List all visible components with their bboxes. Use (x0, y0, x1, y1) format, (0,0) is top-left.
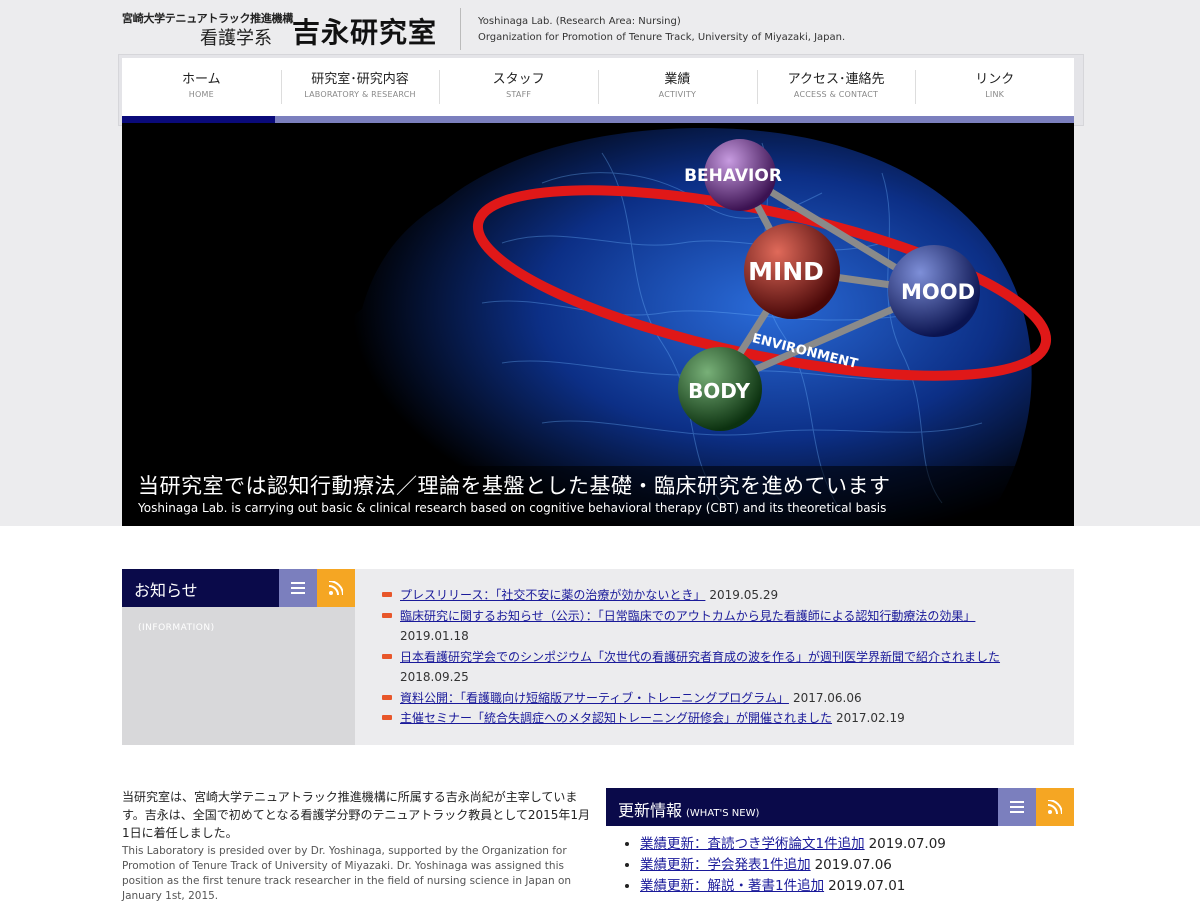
nav-label-jp: ホーム (182, 72, 221, 87)
list-icon (1010, 801, 1024, 813)
list-item: 業績更新：解説・著書1件追加2019.07.01 (640, 876, 1080, 897)
rss-icon (329, 581, 343, 595)
main-nav: ホーム HOME 研究室･研究内容 LABORATORY & RESEARCH … (122, 58, 1074, 116)
whats-new-subtitle: (WHAT'S NEW) (686, 808, 760, 819)
nav-label-en: ACCESS & CONTACT (793, 90, 879, 99)
list-icon (291, 582, 305, 594)
news-link[interactable]: 資料公開：「看護職向け短縮版アサーティブ・トレーニングプログラム」 (400, 691, 789, 705)
nav-label-en: HOME (188, 90, 214, 99)
news-date: 2019.05.29 (709, 588, 779, 602)
nav-home[interactable]: ホーム HOME (122, 58, 281, 116)
information-rss-button[interactable] (317, 569, 355, 607)
list-item: プレスリリース：「社交不安に薬の治療が効かないとき」 2019.05.29 (382, 585, 1062, 606)
information-sidebar: お知らせ (INFORMATION) (122, 569, 355, 745)
nav-label-en: STAFF (506, 90, 532, 99)
whats-new-heading-bar: 更新情報 (WHAT'S NEW) (606, 788, 998, 826)
hero-subtitle: Yoshinaga Lab. is carrying out basic & c… (138, 501, 887, 515)
information-heading-bar: お知らせ (122, 569, 279, 607)
list-item: 資料公開：「看護職向け短縮版アサーティブ・トレーニングプログラム」 2017.06… (382, 688, 1062, 709)
update-date: 2019.07.06 (814, 857, 892, 873)
list-item: 日本看護研究学会でのシンポジウム「次世代の看護研究者育成の波を作る」が週刊医学界… (382, 647, 1062, 688)
header-english-line2: Organization for Promotion of Tenure Tra… (478, 32, 846, 43)
news-date: 2017.06.06 (792, 690, 862, 705)
news-link[interactable]: 日本看護研究学会でのシンポジウム「次世代の看護研究者育成の波を作る」が週刊医学界… (400, 650, 1000, 664)
lab-name[interactable]: 吉永研究室 (292, 11, 437, 51)
list-item: 主催セミナー「統合失調症へのメタ認知トレーニング研修会」が開催されました 2017… (382, 708, 1062, 729)
mind-label: MIND (748, 257, 824, 286)
update-link[interactable]: 業績更新：査読つき学術論文1件追加 (640, 836, 865, 852)
header-english: Yoshinaga Lab. (Research Area: Nursing) … (478, 14, 845, 46)
nav-label-jp: リンク (975, 72, 1015, 87)
update-link[interactable]: 業績更新：学会発表1件追加 (640, 857, 811, 873)
nav-label-jp: アクセス･連絡先 (787, 72, 885, 87)
nav-access[interactable]: アクセス･連絡先 ACCESS & CONTACT (756, 58, 916, 116)
nav-laboratory[interactable]: 研究室･研究内容 LABORATORY & RESEARCH (280, 58, 440, 116)
hero-title: 当研究室では認知行動療法／理論を基盤とした基礎・臨床研究を進めています (138, 474, 891, 498)
nav-label-jp: スタッフ (492, 72, 545, 87)
header-english-line1: Yoshinaga Lab. (Research Area: Nursing) (478, 16, 681, 27)
news-link[interactable]: 主催セミナー「統合失調症へのメタ認知トレーニング研修会」が開催されました (400, 711, 832, 725)
update-date: 2019.07.01 (828, 878, 906, 894)
information-panel: お知らせ (INFORMATION) プレスリリース：「社交不安に薬の治療が効か… (122, 569, 1074, 745)
list-item: 臨床研究に関するお知らせ（公示）：「日常臨床でのアウトカムから見た看護師による認… (382, 606, 1062, 647)
nav-active-indicator (122, 116, 275, 123)
news-link[interactable]: 臨床研究に関するお知らせ（公示）：「日常臨床でのアウトカムから見た看護師による認… (400, 609, 975, 623)
news-date: 2018.09.25 (400, 670, 469, 684)
information-heading: お知らせ (134, 581, 198, 600)
nav-label-jp: 研究室･研究内容 (311, 72, 409, 87)
update-link[interactable]: 業績更新：解説・著書1件追加 (640, 878, 824, 894)
information-label: (INFORMATION) (138, 623, 215, 633)
news-link[interactable]: プレスリリース：「社交不安に薬の治療が効かないとき」 (400, 588, 705, 602)
nav-activity[interactable]: 業績 ACTIVITY (598, 58, 757, 116)
dept-name: 看護学系 (200, 28, 272, 49)
list-item: 業績更新：査読つき学術論文1件追加2019.07.09 (640, 834, 1080, 855)
site-header: 宮崎大学テニュアトラック推進機構 看護学系 吉永研究室 Yoshinaga La… (122, 0, 1082, 52)
nav-staff[interactable]: スタッフ STAFF (439, 58, 598, 116)
information-list-button[interactable] (279, 569, 317, 607)
information-list: プレスリリース：「社交不安に薬の治療が効かないとき」 2019.05.29 臨床研… (382, 585, 1062, 729)
update-date: 2019.07.09 (868, 836, 946, 852)
whats-new-heading: 更新情報 (WHAT'S NEW) (618, 797, 759, 821)
nav-link[interactable]: リンク LINK (915, 58, 1074, 116)
rss-icon (1048, 800, 1062, 814)
news-date: 2017.02.19 (836, 711, 905, 725)
nav-label-en: ACTIVITY (658, 90, 697, 99)
hero-banner: BEHAVIOR MIND MOOD BODY ENVIRONMENT 当研究室… (122, 123, 1074, 526)
nav-label-en: LINK (985, 90, 1005, 99)
body-label: BODY (688, 379, 750, 403)
hero-caption: 当研究室では認知行動療法／理論を基盤とした基礎・臨床研究を進めています Yosh… (122, 466, 1074, 526)
whats-new-rss-button[interactable] (1036, 788, 1074, 826)
whats-new-list: 業績更新：査読つき学術論文1件追加2019.07.09 業績更新：学会発表1件追… (622, 834, 1080, 897)
nav-label-en: LABORATORY & RESEARCH (304, 90, 416, 99)
whats-new-list-button[interactable] (998, 788, 1036, 826)
header-divider (460, 8, 461, 50)
mood-label: MOOD (901, 280, 975, 304)
list-item: 業績更新：学会発表1件追加2019.07.06 (640, 855, 1080, 876)
lab-introduction: 当研究室は、宮崎大学テニュアトラック推進機構に所属する吉永尚紀が主宰しています。… (122, 788, 592, 904)
intro-english: This Laboratory is presided over by Dr. … (122, 845, 572, 902)
nav-label-jp: 業績 (664, 72, 691, 87)
news-date: 2019.01.18 (400, 629, 469, 643)
whats-new-title: 更新情報 (618, 801, 683, 820)
behavior-label: BEHAVIOR (684, 166, 782, 186)
intro-japanese: 当研究室は、宮崎大学テニュアトラック推進機構に所属する吉永尚紀が主宰しています。… (122, 790, 591, 840)
